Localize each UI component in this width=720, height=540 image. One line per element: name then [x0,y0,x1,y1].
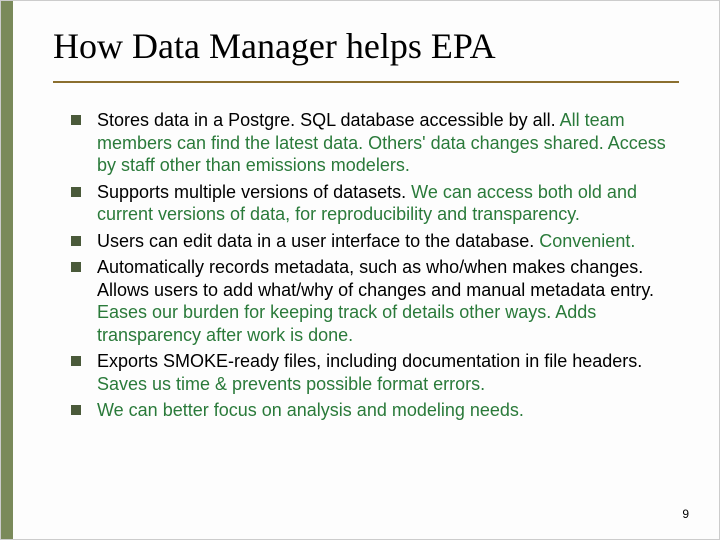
page-number: 9 [682,507,689,521]
list-item: Supports multiple versions of datasets. … [71,181,675,226]
bullet-icon [71,187,81,197]
slide-body: Stores data in a Postgre. SQL database a… [71,109,675,426]
list-item: Exports SMOKE-ready files, including doc… [71,350,675,395]
bullet-icon [71,236,81,246]
item-highlight: Convenient. [539,231,635,251]
list-item: Stores data in a Postgre. SQL database a… [71,109,675,177]
item-text: Supports multiple versions of datasets. [97,182,411,202]
list-item: We can better focus on analysis and mode… [71,399,675,422]
item-text: Exports SMOKE-ready files, including doc… [97,351,642,371]
item-text: Automatically records metadata, such as … [97,257,654,300]
item-text: Stores data in a Postgre. SQL database a… [97,110,560,130]
item-highlight: Saves us time & prevents possible format… [97,374,485,394]
list-item: Automatically records metadata, such as … [71,256,675,346]
bullet-icon [71,356,81,366]
slide: How Data Manager helps EPA Stores data i… [0,0,720,540]
bullet-icon [71,115,81,125]
bullet-icon [71,262,81,272]
item-highlight: We can better focus on analysis and mode… [97,400,524,420]
list-item: Users can edit data in a user interface … [71,230,675,253]
item-highlight: Eases our burden for keeping track of de… [97,302,596,345]
slide-title: How Data Manager helps EPA [53,25,679,67]
bullet-icon [71,405,81,415]
title-underline [53,81,679,83]
item-text: Users can edit data in a user interface … [97,231,539,251]
